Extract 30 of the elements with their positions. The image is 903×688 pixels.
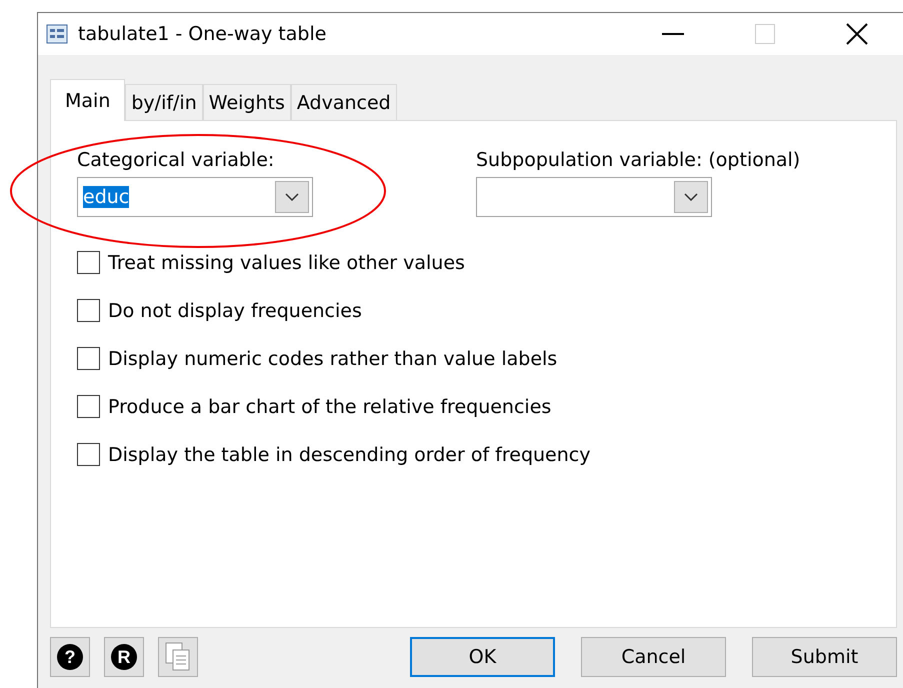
help-button[interactable]: R [104, 637, 144, 677]
option-label: Do not display frequencies [108, 300, 362, 322]
option-label: Treat missing values like other values [108, 252, 465, 274]
field-label: Subpopulation variable: (optional) [476, 149, 800, 171]
chevron-down-icon [684, 193, 698, 201]
window-icon [46, 24, 68, 44]
checkbox[interactable] [77, 395, 100, 418]
copy-icon [165, 642, 191, 672]
checkbox[interactable] [77, 347, 100, 370]
option-label: Display the table in descending order of frequency [108, 444, 590, 466]
checkbox[interactable] [77, 443, 100, 466]
dialog-button[interactable]: Cancel [581, 637, 726, 677]
help-button[interactable]: ? [50, 637, 90, 677]
dialog-button[interactable]: OK [410, 637, 555, 677]
variable-dropdown[interactable] [476, 177, 712, 217]
checkbox[interactable] [77, 299, 100, 322]
tab[interactable]: Advanced [290, 84, 397, 120]
variable-dropdown[interactable]: educ [77, 177, 313, 217]
checkbox[interactable] [77, 251, 100, 274]
option-label: Produce a bar chart of the relative frequencies [108, 396, 552, 418]
chevron-down-icon [285, 193, 299, 201]
tab[interactable]: Weights [202, 84, 291, 120]
tab[interactable]: Main [50, 79, 126, 121]
window-title: tabulate1 - One-way table [78, 23, 328, 45]
field-label: Categorical variable: [77, 149, 276, 171]
tab[interactable]: by/if/in [125, 84, 203, 120]
close-icon[interactable] [846, 23, 868, 45]
dialog-button[interactable]: Submit [752, 637, 897, 677]
option-label: Display numeric codes rather than value labels [108, 348, 558, 370]
copy-button[interactable] [158, 637, 198, 677]
